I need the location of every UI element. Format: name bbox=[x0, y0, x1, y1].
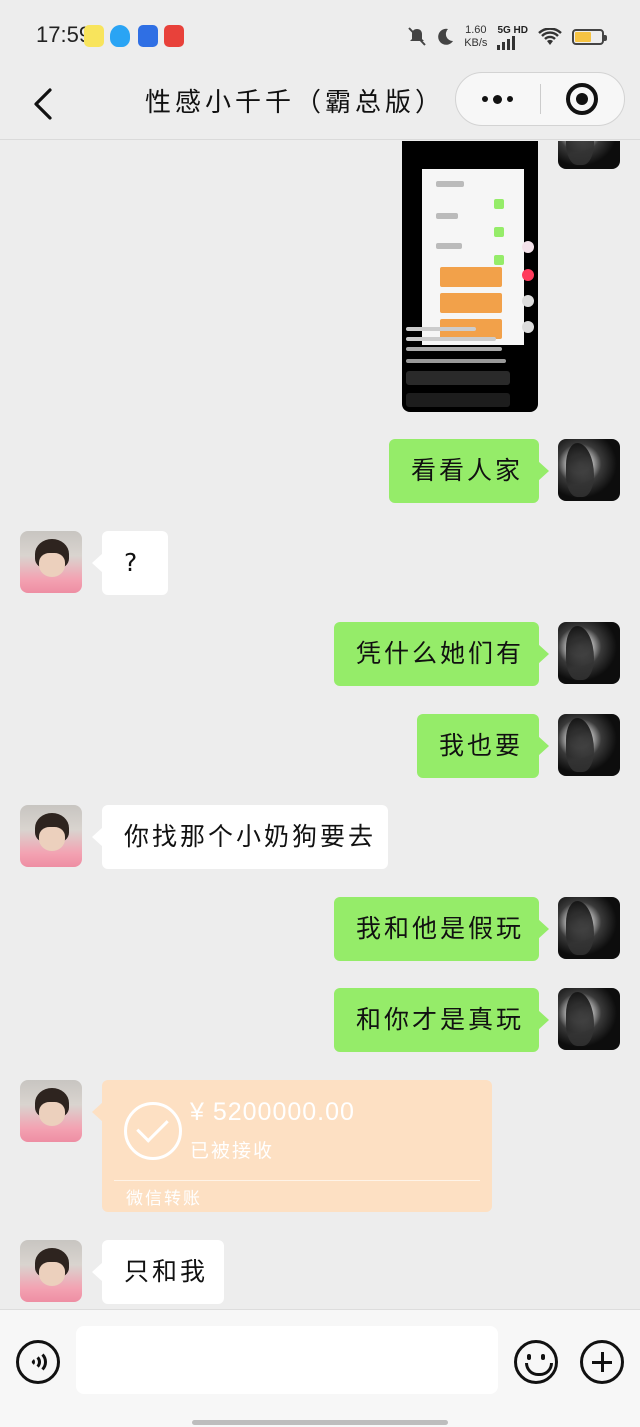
nav-bar: 性感小千千（霸总版） bbox=[0, 72, 640, 140]
message-bubble-received[interactable]: ? bbox=[92, 531, 168, 595]
message-bubble-sent[interactable]: 凭什么她们有 bbox=[334, 622, 549, 686]
net-speed-value: 1.60 bbox=[465, 24, 487, 36]
more-button[interactable] bbox=[456, 73, 540, 125]
message-bubble-sent[interactable]: 和你才是真玩 bbox=[334, 988, 549, 1052]
home-indicator bbox=[192, 1420, 448, 1425]
voice-wave-outer bbox=[23, 1350, 47, 1374]
shared-screenshot-image[interactable] bbox=[402, 141, 538, 412]
signal-bars-icon bbox=[497, 35, 528, 50]
my-avatar[interactable] bbox=[558, 622, 620, 684]
my-avatar[interactable] bbox=[558, 714, 620, 776]
more-dot-center bbox=[493, 94, 503, 104]
baidu-icon bbox=[138, 25, 158, 47]
battery-icon bbox=[572, 29, 607, 45]
message-bubble-sent[interactable]: 我也要 bbox=[417, 714, 549, 778]
more-dot-right bbox=[507, 96, 514, 102]
mute-bell-icon bbox=[408, 27, 426, 46]
message-bubble-sent[interactable]: 看看人家 bbox=[389, 439, 549, 503]
contact-avatar[interactable] bbox=[20, 805, 82, 867]
back-button[interactable] bbox=[24, 84, 64, 124]
screenshot-inner-chat bbox=[422, 169, 524, 345]
plus-button[interactable] bbox=[580, 1340, 624, 1384]
contact-avatar[interactable] bbox=[20, 1080, 82, 1142]
status-bar: 17:59 1.60 KB/s 5G HD bbox=[0, 0, 640, 72]
chat-title: 性感小千千（霸总版） bbox=[144, 88, 445, 118]
close-mini-program-button[interactable] bbox=[541, 73, 625, 125]
transfer-card[interactable]: ¥ 5200000.00 已被接收 微信转账 bbox=[92, 1080, 492, 1212]
status-time: 17:59 bbox=[36, 22, 92, 47]
message-input[interactable] bbox=[76, 1326, 498, 1394]
network-type: 5G HD bbox=[497, 24, 528, 36]
more-dots-icon bbox=[482, 96, 489, 102]
chat-area[interactable]: 看看人家 ? 凭什么她们有 我也要 你找那个小奶狗要去 我和他是假玩 和你才是真… bbox=[0, 141, 640, 1309]
my-avatar[interactable] bbox=[558, 897, 620, 959]
news-app-icon bbox=[164, 25, 184, 47]
net-speed-unit: KB/s bbox=[464, 37, 488, 49]
input-bar bbox=[0, 1309, 640, 1427]
transfer-amount: ¥ 5200000.00 bbox=[190, 1098, 355, 1126]
status-indicators: 1.60 KB/s 5G HD bbox=[408, 22, 607, 52]
message-bubble-received[interactable]: 只和我 bbox=[92, 1240, 224, 1304]
moon-icon bbox=[438, 28, 454, 45]
my-avatar[interactable] bbox=[558, 439, 620, 501]
voice-button[interactable] bbox=[16, 1340, 60, 1384]
wifi-icon bbox=[538, 28, 562, 45]
mini-program-capsule bbox=[455, 72, 625, 126]
notification-app-icon bbox=[84, 25, 104, 47]
transfer-divider bbox=[114, 1180, 480, 1181]
my-avatar[interactable] bbox=[558, 141, 620, 169]
signal: 5G HD bbox=[497, 25, 528, 50]
contact-avatar[interactable] bbox=[20, 531, 82, 593]
target-icon bbox=[566, 83, 599, 115]
emoji-button[interactable] bbox=[514, 1340, 558, 1384]
message-bubble-received[interactable]: 你找那个小奶狗要去 bbox=[92, 805, 388, 869]
transfer-footer: 微信转账 bbox=[126, 1189, 202, 1209]
net-speed: 1.60 KB/s bbox=[464, 24, 487, 50]
check-circle-icon bbox=[124, 1102, 182, 1160]
contact-avatar[interactable] bbox=[20, 1240, 82, 1302]
battery-level bbox=[575, 32, 592, 42]
my-avatar[interactable] bbox=[558, 988, 620, 1050]
message-bubble-sent[interactable]: 我和他是假玩 bbox=[334, 897, 549, 961]
transfer-status: 已被接收 bbox=[190, 1140, 275, 1162]
qq-icon bbox=[110, 25, 130, 47]
